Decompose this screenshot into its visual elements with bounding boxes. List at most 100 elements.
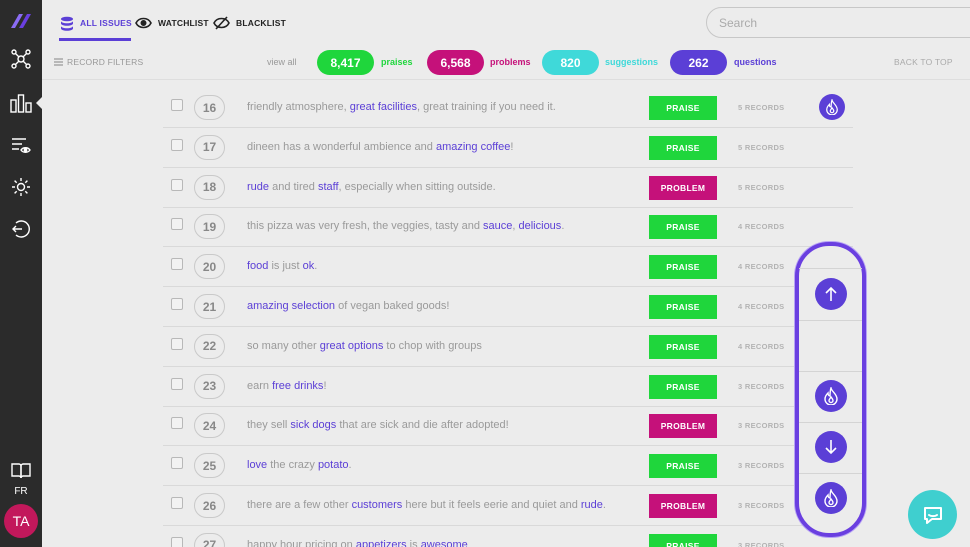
text-segment: . [348,459,352,472]
flame-icon[interactable] [815,380,847,412]
text-segment: here but it feels eerie and quiet and [402,499,581,511]
suggestions-label[interactable]: suggestions [605,57,658,67]
tab-label: BLACKLIST [236,18,286,28]
type-badge[interactable]: PRAISE [649,454,717,479]
row-number: 27 [194,532,225,547]
type-badge[interactable]: PRAISE [649,96,717,120]
logout-icon[interactable] [9,217,33,241]
records-count[interactable]: 3 RECORDS [738,421,784,430]
table-row: 18 rude and tired staff, especially when … [163,168,853,208]
record-filters-label: RECORD FILTERS [67,57,144,67]
row-checkbox[interactable] [171,536,183,547]
type-badge[interactable]: PROBLEM [649,175,717,200]
back-to-top-link[interactable]: BACK TO TOP [894,57,953,67]
records-count[interactable]: 5 RECORDS [738,143,784,152]
records-count[interactable]: 3 RECORDS [738,541,784,547]
records-count[interactable]: 3 RECORDS [738,382,784,391]
row-checkbox[interactable] [171,298,183,310]
flame-icon[interactable] [815,482,847,514]
row-checkbox[interactable] [171,99,183,111]
record-filters-button[interactable]: RECORD FILTERS [54,57,143,67]
keyword-highlight[interactable]: amazing selection [247,300,335,312]
records-count[interactable]: 4 RECORDS [738,262,784,271]
text-segment: dineen has a wonderful ambience and [247,140,436,153]
bar-chart-icon[interactable] [9,91,33,115]
arrow-up-icon[interactable] [815,278,847,310]
type-badge[interactable]: PRAISE [649,215,717,240]
records-count[interactable]: 3 RECORDS [738,461,784,470]
row-checkbox[interactable] [171,178,183,191]
tab-all-issues[interactable]: ALL ISSUES [60,12,132,34]
row-checkbox[interactable] [171,497,183,509]
book-icon[interactable] [9,459,33,483]
questions-count-pill[interactable]: 262 [670,50,727,75]
row-number: 25 [194,453,225,479]
records-count[interactable]: 5 RECORDS [738,183,784,192]
problems-count-pill[interactable]: 6,568 [427,50,484,75]
row-text: this pizza was very fresh, the veggies, … [247,220,564,232]
search-input[interactable] [719,14,959,32]
row-checkbox[interactable] [171,337,183,350]
questions-label[interactable]: questions [734,57,777,67]
keyword-highlight[interactable]: potato [318,459,349,471]
type-badge[interactable]: PRAISE [649,135,717,160]
row-checkbox[interactable] [171,377,183,390]
keyword-highlight[interactable]: rude [581,499,603,511]
row-checkbox[interactable] [171,218,183,231]
keyword-highlight[interactable]: amazing coffee [436,141,510,153]
keyword-highlight[interactable]: food [247,260,268,272]
keyword-highlight[interactable]: appetizers [356,539,407,547]
menu-icon [54,58,63,66]
keyword-highlight[interactable]: great facilities [350,101,417,113]
type-badge[interactable]: PRAISE [649,334,717,359]
divider [799,268,862,269]
brand-logo-icon[interactable] [9,9,33,33]
keyword-highlight[interactable]: free drinks [272,380,323,392]
network-icon[interactable] [9,47,33,71]
keyword-highlight[interactable]: sauce [483,220,512,232]
row-text: happy hour pricing on appetizers is awes… [247,539,468,547]
type-badge[interactable]: PRAISE [649,533,717,547]
divider [799,320,862,321]
keyword-highlight[interactable]: delicious [519,220,562,232]
row-checkbox[interactable] [171,457,183,470]
records-count[interactable]: 4 RECORDS [738,302,784,311]
type-badge[interactable]: PRAISE [649,255,717,280]
tab-watchlist[interactable]: WATCHLIST [135,12,209,34]
arrow-down-icon[interactable] [815,431,847,463]
keyword-highlight[interactable]: staff [318,181,339,193]
records-count[interactable]: 4 RECORDS [738,342,784,351]
type-badge[interactable]: PRAISE [649,374,717,399]
search-box[interactable] [706,7,970,38]
suggestions-count-pill[interactable]: 820 [542,50,599,75]
praises-label[interactable]: praises [381,57,413,67]
praises-count-pill[interactable]: 8,417 [317,50,374,75]
view-all-link[interactable]: view all [267,57,297,67]
gear-icon[interactable] [9,175,33,199]
keyword-highlight[interactable]: awesome [421,539,468,547]
keyword-highlight[interactable]: customers [352,499,403,511]
type-badge[interactable]: PROBLEM [649,494,717,518]
type-badge[interactable]: PRAISE [649,295,717,319]
keyword-highlight[interactable]: rude [247,181,269,193]
records-count[interactable]: 5 RECORDS [738,103,784,112]
language-switch[interactable]: FR [0,486,42,497]
problems-label[interactable]: problems [490,57,531,67]
text-segment: . [314,260,318,273]
keyword-highlight[interactable]: sick dogs [290,419,336,431]
list-eye-icon[interactable] [9,133,33,157]
records-count[interactable]: 3 RECORDS [738,501,784,510]
avatar[interactable]: TA [4,504,38,538]
keyword-highlight[interactable]: love [247,459,267,471]
flame-icon[interactable] [819,94,845,120]
records-count[interactable]: 4 RECORDS [738,222,784,231]
row-checkbox[interactable] [171,417,183,430]
keyword-highlight[interactable]: great options [320,340,384,352]
keyword-highlight[interactable]: ok [303,260,315,272]
tab-blacklist[interactable]: BLACKLIST [213,12,286,34]
type-badge[interactable]: PROBLEM [649,414,717,439]
chat-button[interactable] [908,490,957,539]
row-checkbox[interactable] [171,138,183,151]
row-checkbox[interactable] [171,258,183,271]
table-row: 19 this pizza was very fresh, the veggies… [163,207,853,248]
